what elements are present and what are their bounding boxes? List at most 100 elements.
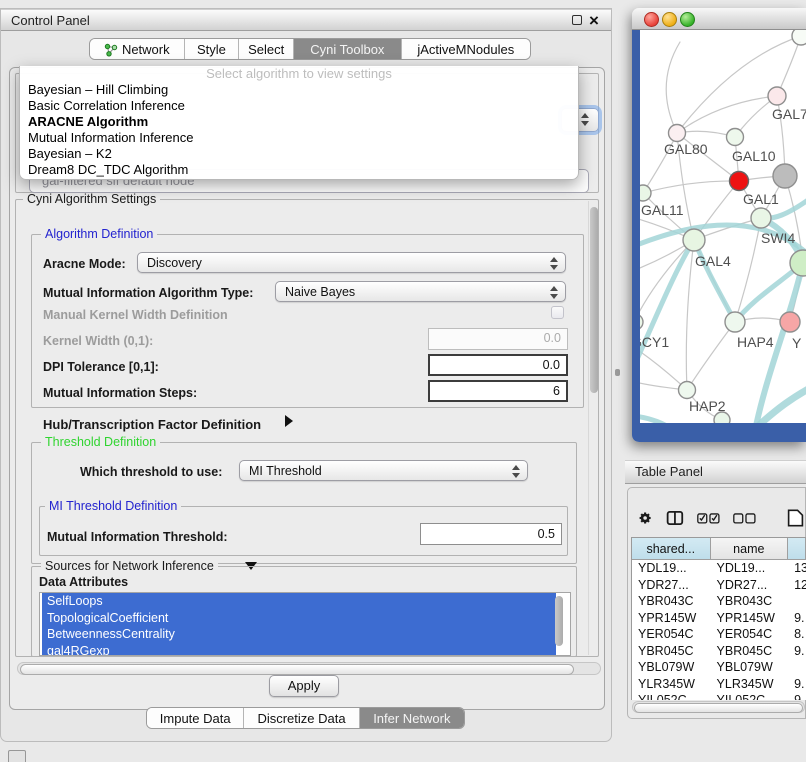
network-edge[interactable] [640,348,687,390]
window-minimize-button[interactable] [662,12,677,27]
tab-discretize-data[interactable]: Discretize Data [243,708,358,729]
table-cell[interactable]: YIL052C [711,692,789,700]
network-node-gal80[interactable] [669,125,686,142]
aracne-mode-combo[interactable]: Discovery [137,252,566,273]
minimized-panel-icon[interactable] [8,750,26,762]
network-node[interactable] [773,164,797,188]
table-cell[interactable]: 9 [788,692,806,700]
table-cell[interactable]: YBR043C [632,593,711,610]
network-node-gcy1[interactable] [640,314,643,330]
table-horizontal-scrollbar[interactable] [632,701,805,713]
table-cell[interactable]: 9. [788,610,806,627]
table-row-ybr045c[interactable]: YBR045CYBR045C9. [632,643,806,660]
table-cell[interactable]: YBR045C [711,643,789,660]
table-cell[interactable]: YBL079W [632,659,711,676]
table-row-ydl19[interactable]: YDL19...YDL19...13 [632,560,806,577]
table-row-ydr27[interactable]: YDR27...YDR27...12 [632,577,806,594]
deselect-checkbox-icon[interactable] [733,510,756,526]
table-row-ypr145w[interactable]: YPR145WYPR145W9. [632,610,806,627]
float-window-icon[interactable] [572,15,582,25]
table-cell[interactable]: YER054C [632,626,711,643]
algorithm-option-bayesian-k2[interactable]: Bayesian – K2 [20,146,578,162]
table-cell[interactable]: YLR345W [632,676,711,693]
table-cell[interactable]: YIL052C [632,692,711,700]
table-cell[interactable]: YDR27... [632,577,711,594]
mi-algorithm-type-combo[interactable]: Naive Bayes [275,281,566,302]
apply-button[interactable]: Apply [269,675,339,697]
table-cell[interactable]: YPR145W [632,610,711,627]
algorithm-option-aracne-algorithm[interactable]: ARACNE Algorithm [20,114,578,130]
settings-horizontal-scrollbar[interactable] [17,662,601,675]
table-row-ybr043c[interactable]: YBR043CYBR043C [632,593,806,610]
table-cell[interactable]: 9. [788,676,806,693]
table-cell[interactable]: YBR043C [711,593,789,610]
table-row-yer054c[interactable]: YER054CYER054C8. [632,626,806,643]
table-cell[interactable]: YDL19... [632,560,711,577]
network-edge[interactable] [640,416,674,423]
table-cell[interactable]: YER054C [711,626,789,643]
expand-arrow-icon[interactable] [285,415,293,427]
network-node-gal7[interactable] [768,87,786,105]
table-cell[interactable]: YPR145W [711,610,789,627]
mi-steps-field[interactable]: 6 [428,380,568,402]
attribute-gal4rgexp[interactable]: gal4RGexp [42,643,556,657]
attribute-betweennesscentrality[interactable]: BetweennessCentrality [42,626,556,643]
panel-splitter-handle[interactable] [615,369,620,376]
network-node[interactable] [730,172,749,191]
mi-threshold-field[interactable]: 0.5 [420,523,562,545]
dpi-tolerance-field[interactable]: 0.0 [428,354,568,376]
network-canvas[interactable]: GAL7GAL80GAL10GAL1GAL11GAL4SWI4GCY1HAP4Y… [640,30,806,423]
tab-jactivemnodules[interactable]: jActiveMNodules [401,39,530,60]
settings-gear-icon[interactable] [637,508,653,528]
network-node-hap4[interactable] [725,312,745,332]
network-node-gal10[interactable] [727,129,744,146]
attribute-topologicalcoefficient[interactable]: TopologicalCoefficient [42,610,556,627]
table-cell[interactable]: YLR345W [711,676,789,693]
tab-network[interactable]: Network [90,39,184,60]
algorithm-option-basic-correlation-inference[interactable]: Basic Correlation Inference [20,98,578,114]
network-node-y[interactable] [780,312,800,332]
table-cell[interactable]: YDR27... [711,577,789,594]
attribute-selfloops[interactable]: SelfLoops [42,593,556,610]
tab-infer-network[interactable]: Infer Network [359,708,464,729]
algorithm-option-mutual-information-inference[interactable]: Mutual Information Inference [20,130,578,146]
close-icon[interactable]: × [589,14,599,28]
table-cell[interactable]: YDL19... [711,560,789,577]
network-edge[interactable] [687,322,735,390]
table-cell[interactable]: YBL079W [711,659,789,676]
network-edge[interactable] [643,181,739,193]
select-all-checkbox-icon[interactable] [697,510,720,526]
network-node-gal1[interactable] [751,208,771,228]
data-attributes-list[interactable]: SelfLoopsTopologicalCoefficientBetweenne… [39,592,571,656]
tab-cyni-toolbox[interactable]: Cyni Toolbox [293,39,401,60]
table-cell[interactable]: 12 [788,577,806,594]
manual-kernel-width-checkbox[interactable] [551,306,564,319]
tab-impute-data[interactable]: Impute Data [147,708,243,729]
kernel-width-field[interactable]: 0.0 [428,328,568,350]
column-header-shared[interactable]: shared... [632,538,711,560]
settings-vertical-scrollbar[interactable] [588,201,598,655]
node-table[interactable]: shared...name YDL19...YDL19...13YDR27...… [631,537,806,700]
network-node-gal11[interactable] [640,185,651,201]
network-node-hap2[interactable] [679,382,696,399]
window-zoom-button[interactable] [680,12,695,27]
column-header-name[interactable]: name [711,538,789,560]
column-header-2[interactable] [788,538,806,560]
window-close-button[interactable] [644,12,659,27]
table-row-ybl079w[interactable]: YBL079WYBL079W [632,659,806,676]
algorithm-option-dream8-dc-tdc-algorithm[interactable]: Dream8 DC_TDC Algorithm [20,162,578,178]
network-node[interactable] [792,30,806,45]
table-row-yil052c[interactable]: YIL052CYIL052C9 [632,692,806,700]
table-cell[interactable]: 9. [788,643,806,660]
network-node-gal4[interactable] [683,229,705,251]
table-cell[interactable] [788,593,806,610]
table-cell[interactable]: 13 [788,560,806,577]
document-icon[interactable] [787,507,806,529]
table-cell[interactable]: 8. [788,626,806,643]
attributes-vertical-scrollbar[interactable] [555,594,564,654]
algorithm-option-bayesian-hill-climbing[interactable]: Bayesian – Hill Climbing [20,82,578,98]
table-row-ylr345w[interactable]: YLR345WYLR345W9. [632,676,806,693]
network-edge[interactable] [666,42,680,133]
tab-style[interactable]: Style [184,39,239,60]
column-view-icon[interactable] [666,508,684,528]
